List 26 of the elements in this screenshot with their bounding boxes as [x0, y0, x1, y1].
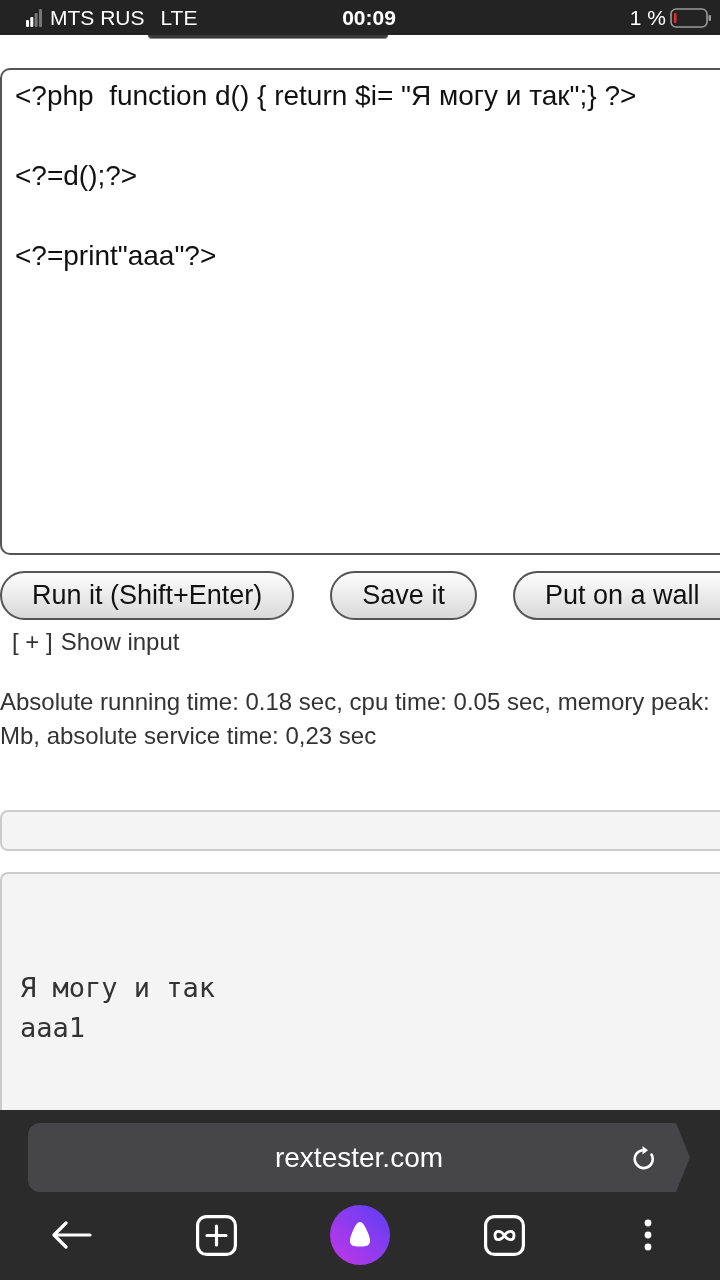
carrier-name: MTS RUS [50, 4, 145, 31]
new-tab-icon[interactable] [195, 1214, 237, 1256]
output-line: aaa1 [20, 1011, 87, 1045]
reload-icon[interactable] [633, 1144, 657, 1171]
code-line: <?=d();?> [15, 159, 139, 193]
battery-icon [670, 7, 712, 28]
voice-assistant-icon[interactable] [330, 1205, 390, 1265]
expand-toggle[interactable]: [ + ] [12, 628, 53, 656]
output-line: Я могу и так [20, 971, 217, 1005]
timing-stats-text: Absolute running time: 0.18 sec, cpu time: 0.05 sec, memory peak: Mb, absolute service time: 0,23 sec [0, 687, 711, 751]
action-button[interactable]: Run it (Shift+Enter) [0, 571, 295, 620]
code-editor[interactable]: <?php function d() { return $i= "Я могу и так";} ?> <?=d();?> <?=print"aaa"?> [0, 68, 720, 555]
code-line: <?=print"aaa"?> [15, 239, 218, 273]
url-text: rextester.com [274, 1140, 444, 1175]
tabs-icon[interactable] [483, 1214, 525, 1256]
show-input-label: Show input [60, 628, 180, 656]
back-arrow-icon[interactable] [52, 1221, 92, 1249]
battery-percent: 1 % [629, 4, 666, 31]
action-button[interactable]: Put on a wall [512, 571, 720, 620]
more-menu-icon[interactable] [644, 1219, 652, 1251]
address-bar[interactable]: rextester.com [28, 1123, 690, 1192]
clock-time: 00:09 [342, 4, 396, 31]
signal-icon [26, 8, 42, 27]
code-line: <?php function d() { return $i= "Я могу и так";} ?> [15, 79, 638, 113]
action-button[interactable]: Save it [330, 571, 477, 620]
network-type: LTE [160, 4, 198, 31]
